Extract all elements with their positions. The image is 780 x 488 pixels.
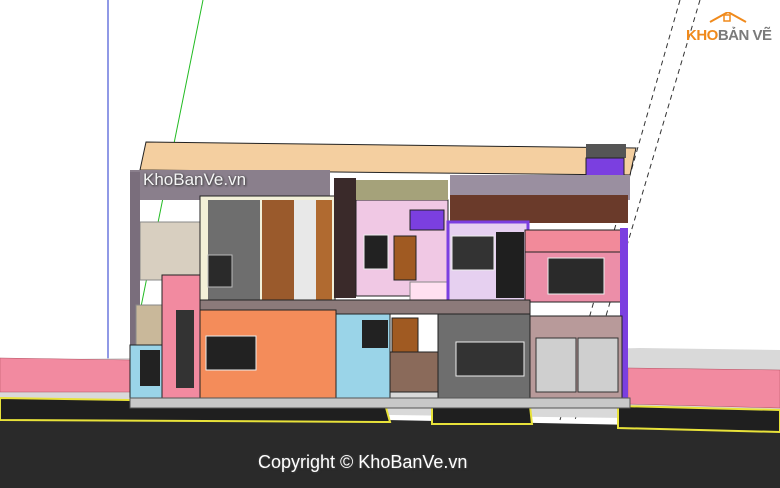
shop-glass-door [535, 337, 577, 393]
pink-column-window [176, 310, 194, 388]
watermark-center: KhoBanVe.vn [143, 170, 247, 189]
upper-door-center [393, 235, 417, 281]
upper-dark-slats [334, 178, 356, 298]
upper-wood-panel-2 [316, 200, 332, 304]
ground-window-right [455, 341, 525, 377]
upper-marble-panel [294, 200, 316, 304]
ground-door-center [391, 317, 419, 353]
upper-dark-grille [496, 232, 524, 298]
upper-window-right [451, 235, 495, 271]
curb-right [617, 404, 780, 434]
boundary-wall-left [0, 357, 131, 393]
logo-text: KHOBẢN VẼ [686, 27, 772, 44]
copyright-text: Copyright © KhoBanVe.vn [258, 452, 468, 472]
tile-wall-upper [139, 221, 203, 281]
upper-gray-panel [208, 200, 260, 304]
right-block-top [524, 229, 626, 253]
parapet-band [450, 195, 628, 223]
upper-window-center [363, 234, 389, 270]
upper-olive-lintel [356, 180, 448, 200]
shop-glass-door-2 [577, 337, 619, 393]
balcony-rail [409, 209, 445, 231]
water-tank [586, 144, 626, 158]
plinth [129, 397, 631, 409]
ground-gate [389, 351, 439, 393]
logo-text-banve: BẢN VẼ [717, 27, 772, 44]
ground-left-window [140, 350, 160, 386]
ground-window-center [362, 320, 388, 348]
upper-window-left [207, 254, 233, 288]
sketchup-viewport[interactable] [0, 0, 780, 488]
curb-mid [431, 405, 534, 425]
right-window [547, 257, 605, 295]
upper-wood-door [262, 200, 294, 304]
boundary-wall-right [627, 367, 780, 409]
ground-window-left [205, 335, 257, 371]
logo-text-kho: KHO [686, 27, 718, 44]
